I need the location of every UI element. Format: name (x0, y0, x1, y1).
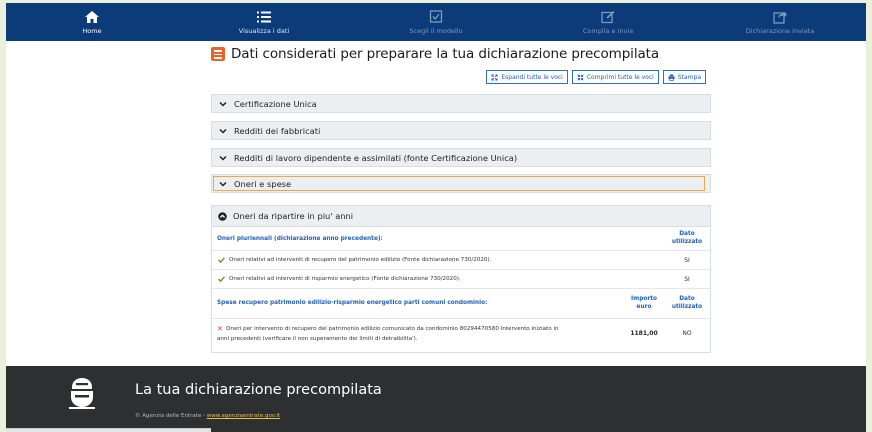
expand-all-button[interactable]: Espandi tutte le voci (486, 70, 568, 84)
footer-website-link[interactable]: www.agenziaentrate.gov.it (207, 413, 280, 419)
column-header-importo: Importo euro (624, 295, 664, 311)
expand-all-label: Espandi tutte le voci (501, 73, 563, 81)
column-header-line: Dato (679, 296, 695, 302)
page-title: Dati considerati per preparare la tua di… (231, 46, 660, 62)
section-oneri-spese[interactable]: Oneri e spese (211, 174, 711, 193)
print-button[interactable]: Stampa (662, 70, 706, 84)
nav-visualizza[interactable]: Visualizza i dati (178, 3, 350, 41)
nav-scegli-modello-label: Scegli il modello (409, 26, 463, 35)
column-header-dato: Dato utilizzato (667, 295, 707, 311)
page: Home Visualizza i dati Scegli il modello… (6, 3, 866, 432)
row-description-line1: Oneri per intervento di recupero del pat… (226, 326, 559, 332)
print-label: Stampa (677, 73, 701, 81)
row-description: Oneri relativi ad interventi di risparmi… (229, 276, 461, 282)
panel-title: Oneri da ripartire in piu' anni (233, 211, 354, 221)
expand-icon (491, 73, 498, 81)
chevron-down-icon (219, 155, 227, 161)
chevron-down-icon (219, 128, 227, 134)
column-header-line: utilizzato (671, 304, 703, 310)
row-value: SI (684, 257, 690, 264)
nav-compila-invia[interactable]: Compila e invia (522, 3, 694, 41)
copyright-text: © Agenzia delle Entrate - (135, 413, 205, 419)
section-label: Redditi dei fabbricati (234, 125, 321, 136)
checkmark-icon (218, 276, 225, 282)
nav-scegli-modello[interactable]: Scegli il modello (350, 3, 522, 41)
row-value: SI (684, 276, 690, 283)
table-list-icon (211, 47, 225, 61)
row-description: Oneri relativi ad interventi di recupero… (229, 257, 492, 263)
row-amount: 1181,00 (630, 330, 658, 337)
top-navigation: Home Visualizza i dati Scegli il modello… (6, 3, 866, 41)
collapse-all-button[interactable]: Comprimi tutte le voci (571, 70, 659, 84)
home-icon (85, 10, 99, 23)
row-description-line2: anni precedenti (verificare il non super… (217, 336, 418, 342)
collapse-all-label: Comprimi tutte le voci (586, 73, 654, 81)
browser-status-bar (6, 428, 211, 432)
table-row: ✕ Oneri per intervento di recupero del p… (212, 319, 710, 352)
list-icon (257, 11, 271, 22)
nav-home[interactable]: Home (6, 3, 178, 41)
panel-header[interactable]: Oneri da ripartire in piu' anni (212, 206, 710, 227)
footer-copyright: © Agenzia delle Entrate - www.agenziaent… (135, 413, 280, 419)
nav-compila-invia-label: Compila e invia (582, 26, 634, 35)
column-header-dato: Dato utilizzato (667, 230, 707, 246)
focus-outline (213, 176, 705, 191)
print-icon (668, 73, 675, 81)
section-redditi-lavoro-dipendente[interactable]: Redditi di lavoro dipendente e assimilat… (211, 148, 711, 167)
section-label: Redditi di lavoro dipendente e assimilat… (234, 152, 518, 163)
edit-icon (601, 10, 615, 23)
panel-oneri-pluriennali: Oneri da ripartire in piu' anni Oneri pl… (211, 205, 711, 353)
agenzia-entrate-logo (69, 378, 95, 409)
footer: La tua dichiarazione precompilata © Agen… (6, 366, 866, 432)
row-value: NO (682, 330, 692, 337)
checkmark-icon (218, 257, 225, 263)
footer-title: La tua dichiarazione precompilata (135, 382, 382, 398)
column-header-line: euro (636, 304, 652, 310)
section-label: Certificazione Unica (234, 98, 317, 109)
group-header: Oneri pluriennali (dichiarazione anno pr… (217, 236, 383, 242)
toolbar: Espandi tutte le voci Comprimi tutte le … (486, 70, 706, 84)
table-row: Oneri relativi ad interventi di risparmi… (212, 270, 710, 289)
nav-dichiarazione-inviata[interactable]: Dichiarazione inviata (694, 3, 866, 41)
table-row: Oneri relativi ad interventi di recupero… (212, 251, 710, 270)
nav-dichiarazione-inviata-label: Dichiarazione inviata (745, 26, 815, 35)
chevron-down-icon (219, 101, 227, 107)
column-header-line: utilizzato (671, 239, 703, 245)
screen-background: Home Visualizza i dati Scegli il modello… (0, 0, 872, 432)
share-icon (773, 11, 787, 24)
cross-icon: ✕ (217, 325, 223, 333)
column-header-line: Importo (631, 296, 657, 302)
nav-home-label: Home (82, 26, 102, 35)
table-header-row: Oneri pluriennali (dichiarazione anno pr… (212, 227, 710, 251)
compress-icon (577, 73, 584, 81)
nav-visualizza-label: Visualizza i dati (238, 26, 290, 35)
column-header-line: Dato (679, 231, 695, 237)
chevron-up-circle-icon (218, 211, 227, 221)
checkbox-icon (429, 9, 443, 23)
page-heading: Dati considerati per preparare la tua di… (211, 46, 659, 62)
table-header-row: Spese recupero patrimonio edilizio-rispa… (212, 289, 710, 319)
section-certificazione-unica[interactable]: Certificazione Unica (211, 94, 711, 113)
section-redditi-fabbricati[interactable]: Redditi dei fabbricati (211, 121, 711, 140)
group-header: Spese recupero patrimonio edilizio-rispa… (217, 300, 488, 306)
